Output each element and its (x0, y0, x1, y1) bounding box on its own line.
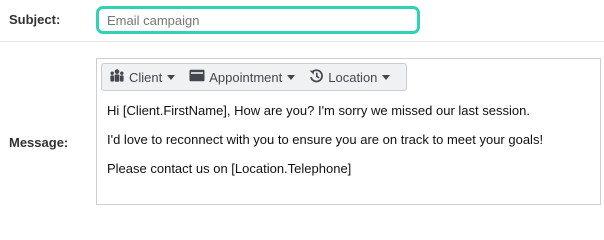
location-dropdown-button[interactable]: Location (302, 64, 397, 90)
history-clock-icon (309, 68, 324, 86)
message-paragraph: Hi [Client.FirstName], How are you? I'm … (107, 103, 530, 118)
appointment-dropdown-label: Appointment (209, 69, 283, 85)
message-editor[interactable]: Client Appointment Location Hi [Client.F… (96, 58, 601, 205)
merge-field-toolbar: Client Appointment Location (101, 63, 407, 91)
chevron-down-icon (167, 74, 176, 80)
message-paragraph: Please contact us on [Location.Telephone… (107, 161, 352, 176)
client-dropdown-label: Client (129, 69, 163, 85)
client-dropdown-button[interactable]: Client (102, 64, 182, 90)
location-dropdown-label: Location (328, 69, 378, 85)
message-row: Message: Client Appointment Location Hi … (0, 42, 604, 213)
subject-label: Subject: (9, 12, 61, 27)
people-icon (109, 69, 125, 85)
appointment-dropdown-button[interactable]: Appointment (182, 64, 302, 90)
subject-input[interactable] (96, 6, 420, 34)
message-body[interactable]: Hi [Client.FirstName], How are you? I'm … (107, 103, 592, 190)
card-icon (189, 69, 205, 85)
subject-row: Subject: (0, 0, 604, 42)
message-label: Message: (9, 135, 69, 150)
chevron-down-icon (382, 74, 391, 80)
chevron-down-icon (287, 74, 296, 80)
message-paragraph: I'd love to reconnect with you to ensure… (107, 132, 544, 147)
